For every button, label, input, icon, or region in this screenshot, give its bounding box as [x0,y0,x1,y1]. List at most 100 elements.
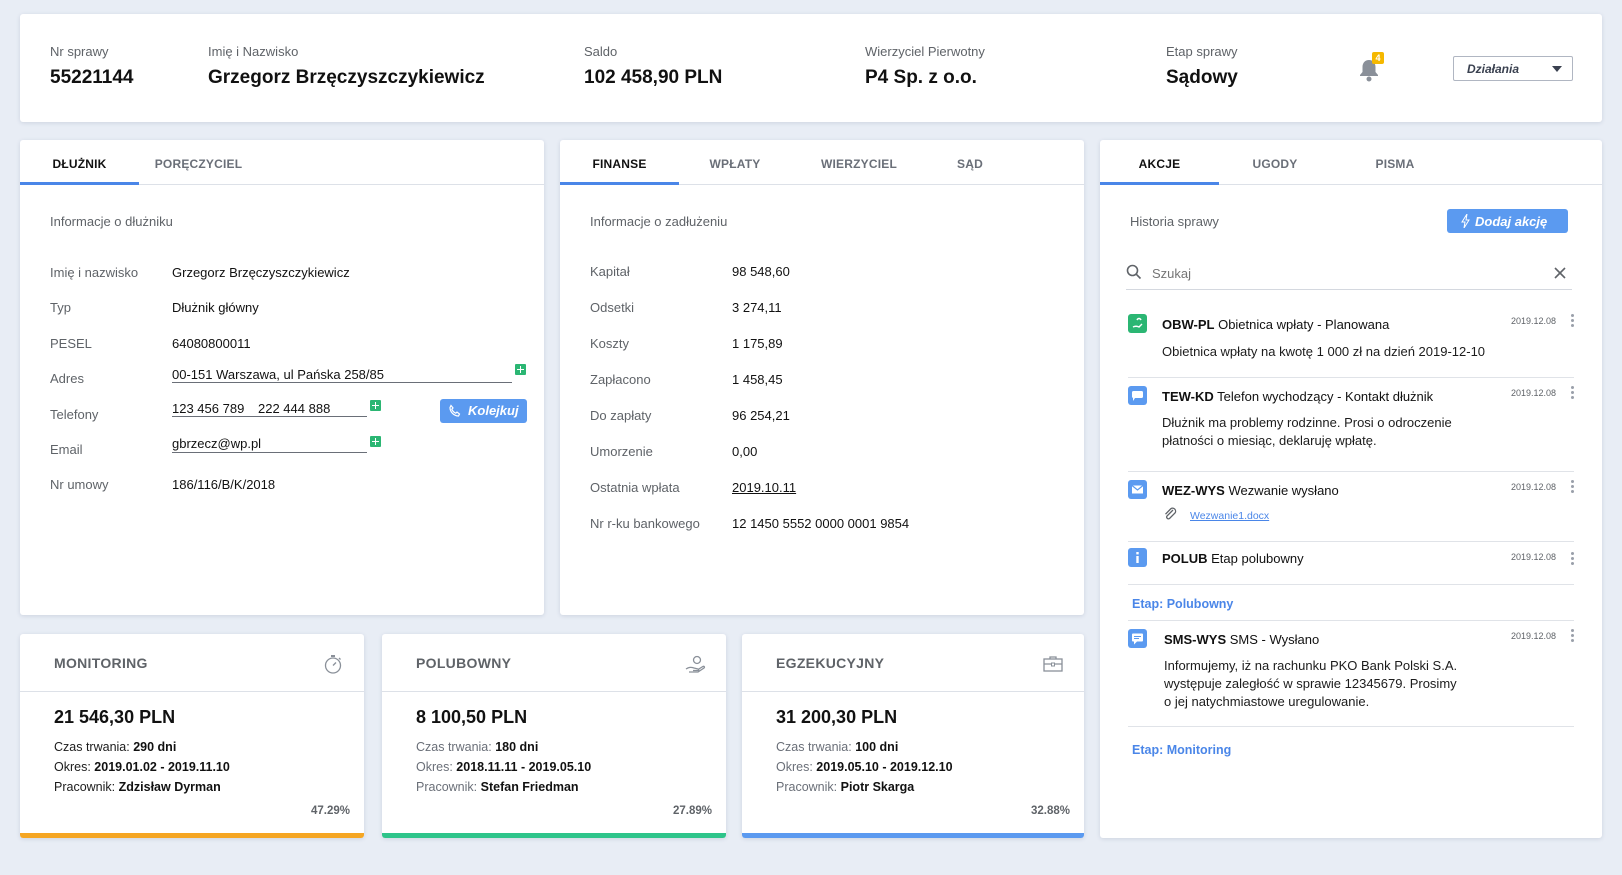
debtor-phones-key: Telefony [50,407,99,422]
history-item[interactable]: SMS-WYS SMS - Wysłano 2019.12.08 Informu… [1128,629,1574,725]
history-item[interactable]: WEZ-WYS Wezwanie wysłano 2019.12.08 Wezw… [1128,480,1574,540]
tab-finanse[interactable]: FINANSE [560,140,679,185]
creditor-value: P4 Sp. z o.o. [865,67,977,88]
period-label: Okres: [416,760,453,774]
debtor-name-field: Imię i Nazwisko Grzegorz Brzęczyszczykie… [208,44,485,89]
tab-poreczyciel[interactable]: PORĘCZYCIEL [146,140,251,185]
history-divider [1128,541,1574,542]
search-input[interactable] [1152,262,1532,284]
address-field[interactable]: 00-151 Warszawa, ul Pańska 258/85 [172,367,384,382]
phone-field-2[interactable]: 222 444 888 [258,401,330,416]
more-options-icon[interactable] [1571,386,1574,401]
tab-dluznik[interactable]: DŁUŻNIK [20,140,139,185]
creditor-field: Wierzyciel Pierwotny P4 Sp. z o.o. [865,44,985,89]
tab-wierzyciel[interactable]: WIERZYCIEL [803,140,915,185]
tab-pisma[interactable]: PISMA [1345,140,1445,185]
tab-akcje[interactable]: AKCJE [1100,140,1219,185]
actions-tabs: AKCJE UGODY PISMA [1100,140,1602,185]
creditor-label: Wierzyciel Pierwotny [865,44,985,59]
more-options-icon[interactable] [1571,480,1574,495]
briefcase-icon [1043,656,1063,672]
debtor-tabs: DŁUŻNIK PORĘCZYCIEL [20,140,544,185]
bolt-icon [1461,214,1470,228]
saldo-label: Saldo [584,44,618,59]
queue-button[interactable]: Kolejkuj [440,399,527,423]
stage-card-worker: Pracownik: Zdzisław Dyrman [54,780,221,794]
history-code: WEZ-WYS [1162,483,1225,498]
stage-card-color-bar [742,833,1084,838]
case-number-value: 55221144 [50,67,134,88]
debtor-section-title: Informacje o dłużniku [50,214,173,229]
paperclip-icon [1165,507,1177,520]
history-title-text: Telefon wychodzący - Kontakt dłużnik [1217,389,1434,404]
due-val: 96 254,21 [732,408,790,423]
history-code: POLUB [1162,551,1208,566]
stage-card-duration: Czas trwania: 100 dni [776,740,898,754]
history-item[interactable]: OBW-PL Obietnica wpłaty - Planowana 2019… [1128,314,1574,374]
add-phone-icon[interactable] [370,400,381,411]
debtor-email-key: Email [50,442,83,457]
history-divider [1128,377,1574,378]
email-field[interactable]: gbrzecz@wp.pl [172,436,261,451]
tab-sad[interactable]: SĄD [940,140,1000,185]
phone-icon [449,404,461,417]
actions-dropdown[interactable]: Działania [1453,56,1573,81]
phone-chat-icon [1128,386,1147,405]
more-options-icon[interactable] [1571,314,1574,329]
worker-value: Piotr Skarga [840,780,915,794]
debtor-contract-val: 186/116/B/K/2018 [172,477,276,492]
history-date: 2019.12.08 [1510,482,1556,492]
history-item[interactable]: POLUB Etap polubowny 2019.12.08 [1128,548,1574,576]
debtor-contract-key: Nr umowy [50,477,109,492]
more-options-icon[interactable] [1571,629,1574,644]
saldo-field: Saldo 102 458,90 PLN [584,44,722,89]
stage-card-header: EGZEKUCYJNY [742,634,1084,692]
worker-value: Zdzisław Dyrman [118,780,221,794]
duration-value: 100 dni [855,740,899,754]
worker-label: Pracownik: [54,780,116,794]
stage-card-header: MONITORING [20,634,364,692]
case-number-field: Nr sprawy 55221144 [50,44,134,89]
last-payment-link[interactable]: 2019.10.11 [732,480,796,495]
finance-tabs: FINANSE WPŁATY WIERZYCIEL SĄD [560,140,1084,185]
history-item-title: SMS-WYS SMS - Wysłano [1164,632,1319,647]
history-title-text: Obietnica wpłaty - Planowana [1218,317,1390,332]
attachment-link[interactable]: Wezwanie1.docx [1190,510,1269,522]
stage-card-monitoring[interactable]: MONITORING 21 546,30 PLN Czas trwania: 2… [20,634,364,838]
stage-card-period: Okres: 2019.05.10 - 2019.12.10 [776,760,953,774]
history-code: SMS-WYS [1164,632,1227,647]
phone-field-1[interactable]: 123 456 789 [172,401,244,416]
history-date: 2019.12.08 [1510,631,1556,641]
debtor-name-label: Imię i Nazwisko [208,44,299,59]
stage-card-period: Okres: 2018.11.11 - 2019.05.10 [416,760,591,774]
history-date: 2019.12.08 [1510,552,1556,562]
duration-label: Czas trwania: [54,740,130,754]
debtor-type-key: Typ [50,300,71,315]
stage-card-color-bar [382,833,726,838]
add-action-button[interactable]: Dodaj akcję [1447,209,1568,233]
paid-key: Zapłacono [590,372,651,387]
bank-account-key: Nr r-ku bankowego [590,516,700,531]
stage-card-egzekucyjny[interactable]: EGZEKUCYJNY 31 200,30 PLN Czas trwania: … [742,634,1084,838]
finance-section-title: Informacje o zadłużeniu [590,214,728,229]
history-item-title: POLUB Etap polubowny [1162,551,1304,566]
stage-card-title: POLUBOWNY [416,655,512,671]
history-divider [1128,726,1574,727]
stage-label: Etap sprawy [1166,44,1238,59]
more-options-icon[interactable] [1571,552,1574,567]
stage-card-amount: 31 200,30 PLN [776,707,898,727]
stage-card-polubowny[interactable]: POLUBOWNY 8 100,50 PLN Czas trwania: 180… [382,634,726,838]
add-address-icon[interactable] [515,364,526,375]
case-header: Nr sprawy 55221144 Imię i Nazwisko Grzeg… [20,14,1602,122]
add-email-icon[interactable] [370,436,381,447]
tab-ugody[interactable]: UGODY [1225,140,1325,185]
close-icon[interactable] [1554,267,1566,279]
worker-label: Pracownik: [416,780,478,794]
sms-icon [1128,629,1147,648]
history-code: OBW-PL [1162,317,1215,332]
notifications-bell-icon[interactable]: 4 [1356,52,1386,84]
history-item[interactable]: TEW-KD Telefon wychodzący - Kontakt dłuż… [1128,386,1574,470]
stage-card-percent: 27.89% [672,805,712,817]
tab-wplaty[interactable]: WPŁATY [690,140,780,185]
debtor-name-value: Grzegorz Brzęczyszczykiewicz [208,67,485,88]
